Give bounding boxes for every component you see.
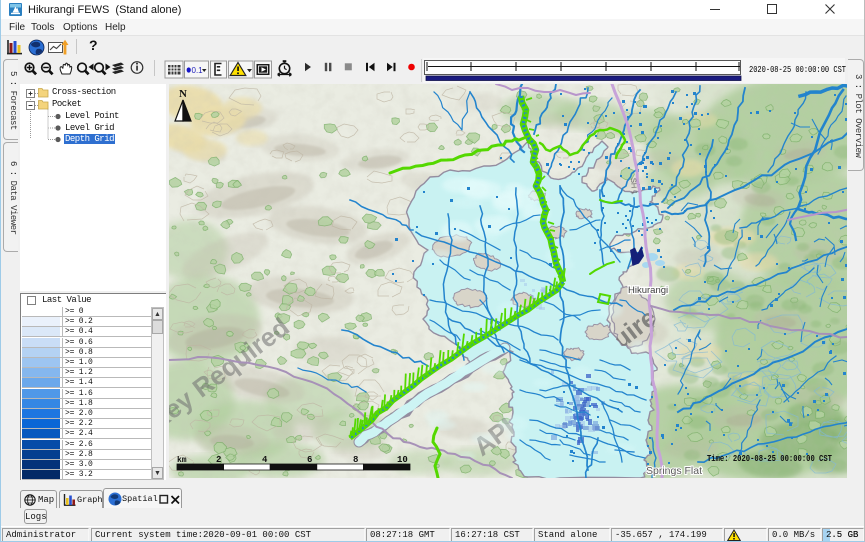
svg-text:Time: 2020-08-25 00:00:00 CST: Time: 2020-08-25 00:00:00 CST: [707, 454, 832, 464]
svg-text:4: 4: [262, 455, 268, 465]
svg-text:km: km: [177, 456, 187, 465]
svg-text:2: 2: [216, 455, 221, 465]
svg-text:Springs Flat: Springs Flat: [646, 465, 702, 477]
svg-text:8: 8: [353, 455, 358, 465]
svg-text:10: 10: [397, 455, 408, 465]
svg-text:N: N: [179, 88, 187, 100]
svg-text:0.1: 0.1: [192, 66, 204, 75]
svg-text:Hikurangi: Hikurangi: [628, 285, 668, 296]
svg-text:SH 1: SH 1: [629, 178, 639, 195]
svg-text:6: 6: [307, 455, 312, 465]
svg-text:2020-08-25 00:00:00 CST: 2020-08-25 00:00:00 CST: [749, 64, 846, 75]
